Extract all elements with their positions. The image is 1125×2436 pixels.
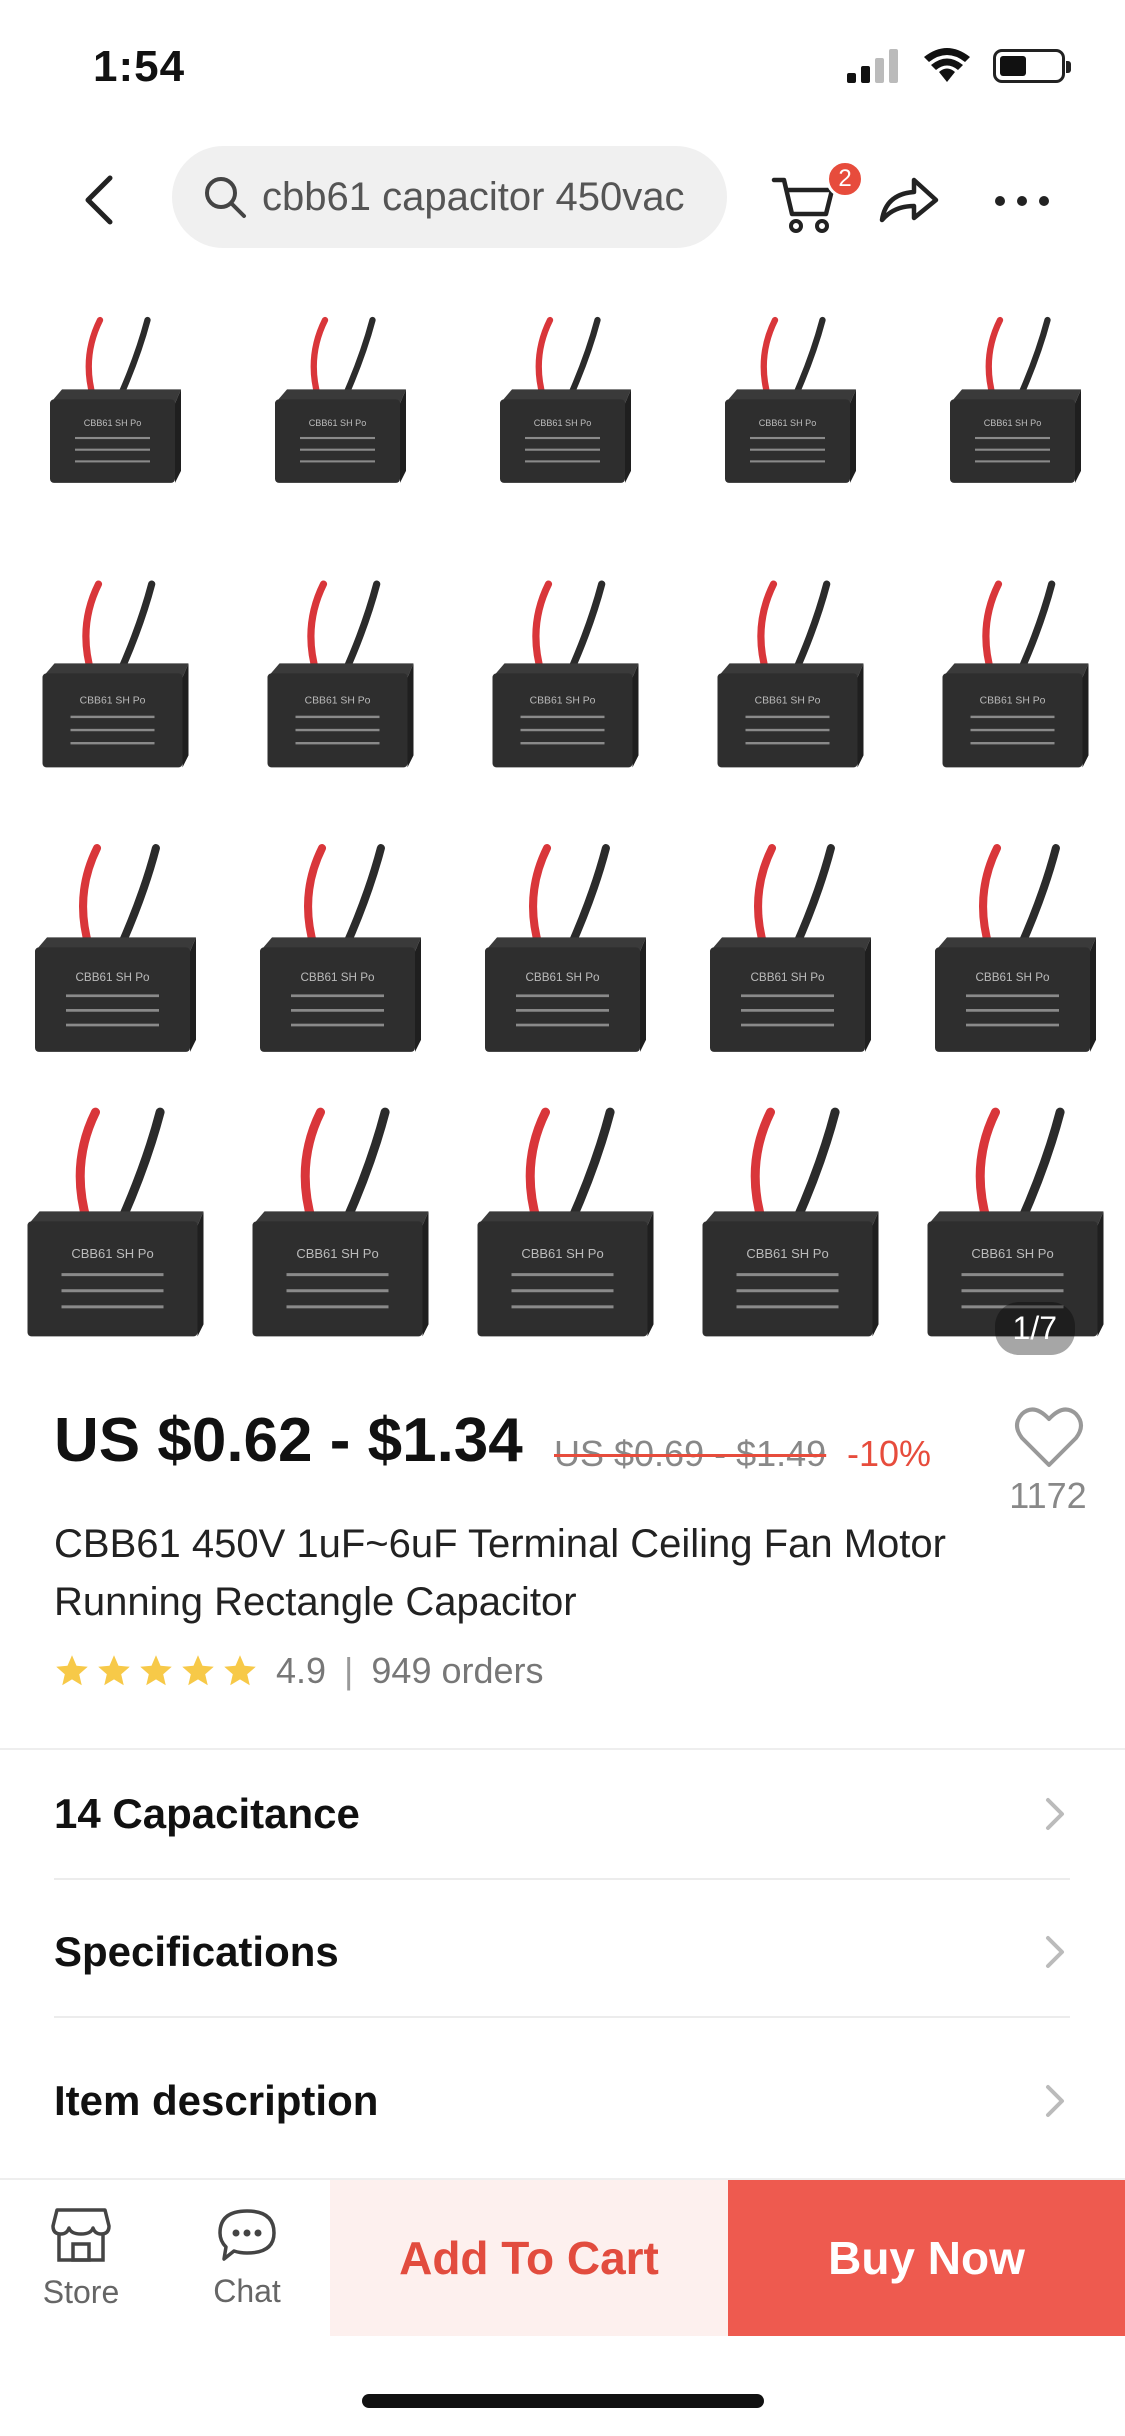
wishlist-count: 1172 [1009,1475,1087,1516]
status-time: 1:54 [93,42,186,91]
store-button[interactable]: Store [6,2180,156,2336]
rating-stars [54,1653,258,1689]
heart-icon [1015,1407,1083,1467]
svg-text:CBB61 SH Po: CBB61 SH Po [534,418,592,428]
svg-text:CBB61 SH Po: CBB61 SH Po [525,971,600,984]
svg-text:CBB61 SH Po: CBB61 SH Po [300,971,375,984]
top-nav: cbb61 capacitor 450vac 2 [0,140,1125,260]
wifi-icon [924,48,970,82]
svg-text:CBB61 SH Po: CBB61 SH Po [309,418,367,428]
separator: | [344,1650,354,1691]
bottom-action-bar: Store Chat Add To Cart Buy Now [0,2178,1125,2336]
signal-icon [847,49,898,83]
svg-text:CBB61 SH Po: CBB61 SH Po [305,695,371,706]
product-image: CBB61 SH Po CBB61 SH Po CBB61 SH Po CBB61 S… [27,316,1104,1337]
svg-text:CBB61 SH Po: CBB61 SH Po [755,695,821,706]
share-icon[interactable] [876,170,940,230]
price-row: US $0.62 - $1.34 US $0.69 - $1.49 -10% 1… [54,1405,1087,1516]
store-label: Store [42,2273,120,2310]
rating-value: 4.9 [276,1650,327,1691]
search-icon [205,177,246,218]
svg-text:CBB61 SH Po: CBB61 SH Po [84,418,142,428]
star-icon [224,1655,256,1686]
svg-text:CBB61 SH Po: CBB61 SH Po [75,971,150,984]
svg-text:CBB61 SH Po: CBB61 SH Po [984,418,1042,428]
back-arrow-icon[interactable] [70,170,130,230]
original-price: US $0.69 - $1.49 [554,1433,827,1474]
search-input[interactable]: cbb61 capacitor 450vac [172,146,727,248]
svg-text:CBB61 SH Po: CBB61 SH Po [530,695,596,706]
item-description-row[interactable]: Item description [54,2036,1070,2166]
cart-badge: 2 [826,160,864,198]
chevron-right-icon [1046,2085,1064,2117]
chat-icon [218,2208,276,2261]
status-icons [847,48,1071,84]
chat-button[interactable]: Chat [172,2180,322,2336]
item-description-label: Item description [54,2077,379,2124]
more-options-icon[interactable] [990,176,1054,226]
star-icon [182,1655,214,1686]
svg-text:CBB61 SH Po: CBB61 SH Po [975,971,1050,984]
discount-badge: -10% [847,1433,932,1474]
store-icon [51,2207,111,2262]
svg-text:CBB61 SH Po: CBB61 SH Po [971,1246,1053,1261]
svg-text:CBB61 SH Po: CBB61 SH Po [750,971,825,984]
search-query: cbb61 capacitor 450vac [262,174,685,219]
specifications-label: Specifications [54,1928,339,1975]
specifications-row[interactable]: Specifications [54,1888,1070,2018]
rating-row[interactable]: 4.9 | 949 orders [54,1650,544,1692]
svg-text:CBB61 SH Po: CBB61 SH Po [71,1246,153,1261]
star-icon [98,1655,130,1686]
home-indicator [362,2394,764,2408]
svg-text:CBB61 SH Po: CBB61 SH Po [80,695,146,706]
svg-text:CBB61 SH Po: CBB61 SH Po [980,695,1046,706]
svg-text:CBB61 SH Po: CBB61 SH Po [759,418,817,428]
product-title: CBB61 450V 1uF~6uF Terminal Ceiling Fan … [54,1522,946,1624]
battery-icon [993,49,1071,83]
orders-count: 949 orders [371,1650,544,1691]
star-icon [140,1655,172,1686]
add-to-cart-button[interactable]: Add To Cart [330,2180,728,2336]
star-icon [56,1655,88,1686]
svg-text:CBB61 SH Po: CBB61 SH Po [746,1246,828,1261]
product-image-gallery[interactable]: CBB61 SH Po CBB61 SH Po CBB61 SH Po CBB61 S… [0,268,1125,1385]
current-price: US $0.62 - $1.34 [54,1406,523,1475]
capacitance-row[interactable]: 14 Capacitance [54,1750,1070,1880]
chevron-right-icon [1046,1798,1064,1830]
image-counter: 1/7 [994,1302,1075,1355]
chevron-right-icon [1046,1936,1064,1968]
status-bar: 1:54 [0,0,1125,140]
svg-text:CBB61 SH Po: CBB61 SH Po [296,1246,378,1261]
buy-now-button[interactable]: Buy Now [728,2180,1125,2336]
capacitance-label: 14 Capacitance [54,1790,360,1837]
svg-text:CBB61 SH Po: CBB61 SH Po [521,1246,603,1261]
chat-label: Chat [213,2272,281,2309]
